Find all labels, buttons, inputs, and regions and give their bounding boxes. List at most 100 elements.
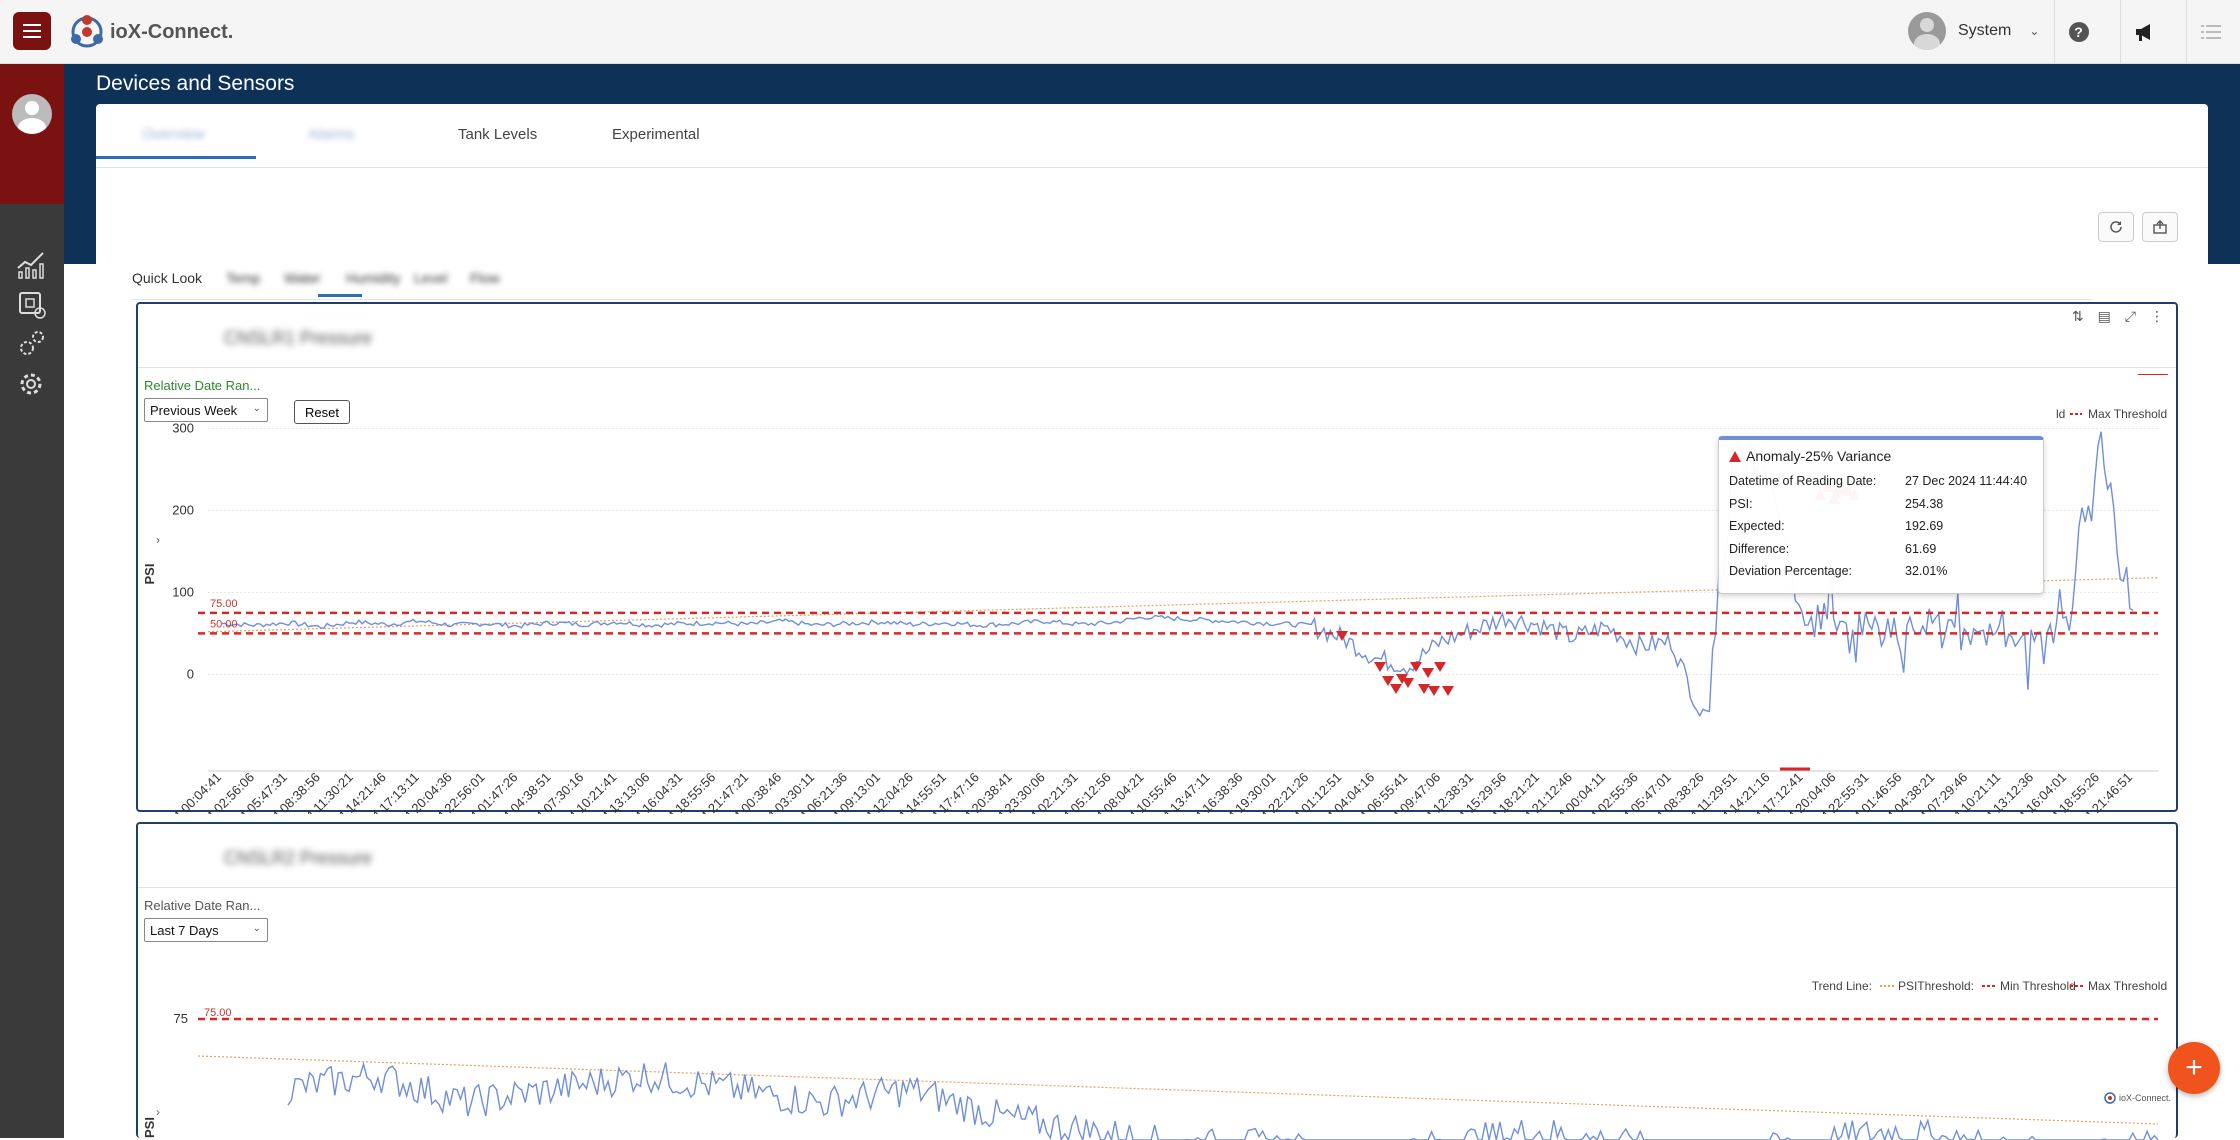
anomaly-marker: [1434, 662, 1446, 672]
legend-min-label: Min Threshold: [2000, 979, 2076, 993]
tooltip-value: 192.69: [1905, 519, 1943, 533]
legend-trend-label: Trend Line:: [1812, 979, 1872, 993]
export-icon: [2152, 219, 2168, 235]
subtab-water[interactable]: Water: [284, 270, 321, 286]
sort-icon[interactable]: ⇅: [2072, 308, 2084, 325]
chart-type-icon[interactable]: ▤: [2098, 308, 2111, 325]
chart-2: Trend Line:PSIThreshold:Min ThresholdMax…: [138, 944, 2180, 1140]
settings-icon[interactable]: [15, 368, 47, 400]
y-axis-expand-icon: ›: [156, 533, 160, 547]
chart-tooltip: Anomaly-25% Variance Datetime of Reading…: [1718, 436, 2044, 594]
export-button[interactable]: [2142, 212, 2178, 242]
y-tick-label: 200: [172, 502, 194, 517]
user-menu[interactable]: System ⌄: [1908, 12, 2039, 50]
y-tick-label: 0: [187, 666, 194, 681]
trend-line: [198, 1056, 2158, 1124]
anomaly-marker: [1428, 686, 1440, 696]
tooltip-value: 27 Dec 2024 11:44:40: [1905, 474, 2027, 488]
y-tick-label: 75: [174, 1011, 188, 1026]
tooltip-key: PSI:: [1729, 497, 1905, 511]
watermark-text: ioX-Connect.: [2119, 1093, 2171, 1103]
legend-trend-series: PSI: [1898, 979, 1917, 993]
tooltip-value: 254.38: [1905, 497, 1943, 511]
menu-button[interactable]: [13, 12, 51, 50]
psi-series-line: [288, 1063, 2158, 1140]
anomaly-marker: [1374, 662, 1386, 672]
legend-threshold-label: Threshold:: [1917, 979, 1974, 993]
megaphone-icon: [2134, 21, 2156, 43]
watermark: ioX-Connect.: [2104, 1092, 2171, 1104]
y-axis-title: PSI: [142, 564, 157, 585]
list-button[interactable]: [2186, 0, 2234, 64]
warning-triangle-icon: [1729, 451, 1741, 462]
range-select[interactable]: Last 7 Days ⌄: [144, 918, 268, 942]
avatar[interactable]: [12, 94, 52, 134]
logo-icon: [70, 15, 104, 49]
active-tab-indicator: [96, 156, 256, 159]
tooltip-key: Difference:: [1729, 542, 1905, 556]
anomaly-marker: [1410, 662, 1422, 672]
active-subtab-indicator: [318, 294, 362, 297]
analytics-icon[interactable]: [15, 248, 47, 280]
app-logo[interactable]: ioX-Connect.: [70, 15, 233, 49]
tab-experimental[interactable]: Experimental: [612, 126, 700, 143]
sidebar-user: [0, 64, 64, 204]
sub-tabs: Quick Look Temp Water Humidity Level Flo…: [132, 264, 2092, 300]
tooltip-row: Expected:192.69: [1729, 515, 2033, 538]
threshold-label: 75.00: [204, 1007, 232, 1019]
avatar: [1908, 12, 1946, 50]
panel-header: CNSLR2 Pressure: [138, 824, 2176, 888]
threshold-label: 75.00: [210, 598, 238, 610]
subtab-temp[interactable]: Temp: [226, 270, 260, 286]
legend-partial-text: ld: [2056, 407, 2065, 421]
legend-max-label: Max Threshold: [2088, 979, 2167, 993]
tooltip-key: Datetime of Reading Date:: [1729, 474, 1905, 488]
legend-max-label: Max Threshold: [2088, 407, 2167, 421]
add-button[interactable]: +: [2168, 1042, 2220, 1094]
tab-tank-levels[interactable]: Tank Levels: [458, 126, 537, 143]
refresh-button[interactable]: [2098, 212, 2134, 242]
panel-title: CNSLR2 Pressure: [224, 848, 372, 869]
tab-overview[interactable]: Overview: [142, 126, 205, 143]
tooltip-key: Deviation Percentage:: [1729, 564, 1905, 578]
panel-tools: ⇅ ▤ ⤢ ⋮: [2072, 308, 2164, 325]
tooltip-value: 61.69: [1905, 542, 1936, 556]
menu-icon-line: [23, 30, 41, 32]
tooltip-row: Difference:61.69: [1729, 538, 2033, 561]
top-tabs: Overview Alarms Tank Levels Experimental: [96, 104, 2208, 168]
help-button[interactable]: ?: [2054, 0, 2102, 64]
subtab-level[interactable]: Level: [414, 270, 447, 286]
x-axis-title: Datetime of Reading Date: [1153, 811, 1314, 814]
y-tick-label: 100: [172, 584, 194, 599]
user-name: System: [1958, 22, 2011, 40]
subtab-humidity[interactable]: Humidity: [346, 270, 400, 286]
panel-header: CNSLR1 Pressure ⇅ ▤ ⤢ ⋮: [138, 304, 2176, 368]
subtab-flow[interactable]: Flow: [470, 270, 500, 286]
help-icon: ?: [2069, 22, 2089, 42]
announcements-button[interactable]: [2120, 0, 2168, 64]
tooltip-row: Deviation Percentage:32.01%: [1729, 560, 2033, 583]
expand-icon[interactable]: ⤢: [2125, 308, 2136, 325]
anomaly-marker: [1390, 684, 1402, 694]
menu-icon-line: [23, 36, 41, 38]
logo-icon: [2104, 1092, 2116, 1104]
y-axis-expand-icon: ›: [156, 1105, 160, 1119]
anomaly-marker: [1418, 684, 1430, 694]
tooltip-key: Expected:: [1729, 519, 1905, 533]
tab-alarms[interactable]: Alarms: [308, 126, 355, 143]
y-axis-title: PSI: [142, 1117, 157, 1138]
tooltip-title-text: Anomaly-25% Variance: [1746, 448, 1891, 464]
range-value: Last 7 Days: [150, 923, 219, 938]
tooltip-value: 32.01%: [1905, 564, 1947, 578]
tooltip-row: Datetime of Reading Date:27 Dec 2024 11:…: [1729, 470, 2033, 493]
chart-panel-2: CNSLR2 Pressure Relative Date Ran... Las…: [136, 822, 2178, 1138]
tooltip-title: Anomaly-25% Variance: [1729, 448, 2033, 464]
chevron-down-icon: ⌄: [2029, 24, 2039, 38]
devices-icon[interactable]: [15, 288, 47, 320]
tooltip-row: PSI:254.38: [1729, 493, 2033, 516]
threshold-label: 50.00: [210, 618, 238, 630]
page-title: Devices and Sensors: [96, 72, 294, 96]
more-icon[interactable]: ⋮: [2150, 308, 2164, 325]
subtab-quick-look[interactable]: Quick Look: [132, 270, 202, 286]
gears-icon[interactable]: [15, 328, 47, 360]
